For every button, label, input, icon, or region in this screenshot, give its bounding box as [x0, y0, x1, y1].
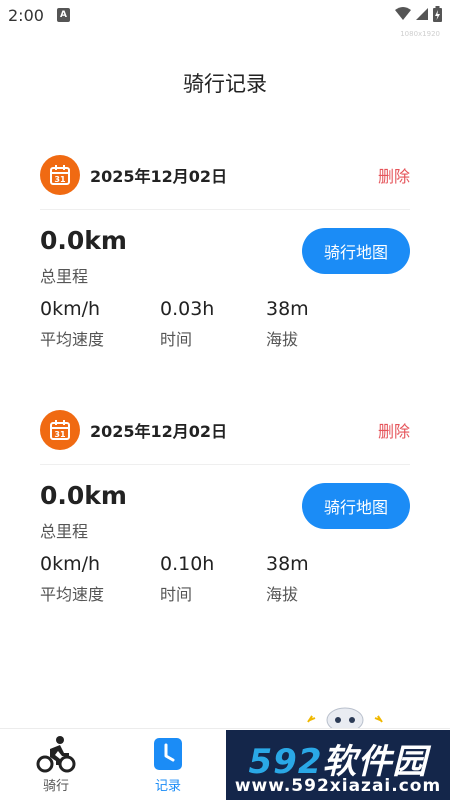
status-time: 2:00 — [8, 6, 44, 25]
svg-text:31: 31 — [54, 430, 66, 439]
cyclist-icon — [36, 736, 76, 773]
battery-icon — [433, 6, 442, 22]
svg-text:31: 31 — [54, 175, 66, 184]
tab-record[interactable]: 记录 — [112, 729, 224, 800]
total-distance-label: 总里程 — [40, 522, 89, 541]
duration-value: 0.03h — [160, 298, 215, 320]
status-tag: 1080x1920 — [400, 30, 440, 38]
total-distance-label: 总里程 — [40, 267, 89, 286]
record-date: 2025年12月02日 — [90, 167, 228, 186]
total-distance-value: 0.0km — [40, 226, 127, 255]
duration-label: 时间 — [160, 330, 193, 349]
record-card-header: 31 2025年12月02日 删除 — [40, 150, 410, 210]
avg-speed-stat: 0km/h 平均速度 — [40, 298, 104, 350]
delete-button[interactable]: 删除 — [378, 418, 410, 442]
altitude-stat: 38m 海拔 — [266, 553, 309, 605]
avg-speed-label: 平均速度 — [40, 585, 105, 604]
duration-value: 0.10h — [160, 553, 215, 575]
status-icons — [395, 6, 442, 22]
calendar-icon: 31 — [40, 410, 80, 450]
clock-icon — [154, 738, 182, 770]
avg-speed-label: 平均速度 — [40, 330, 105, 349]
page-title: 骑行记录 — [183, 72, 267, 96]
duration-stat: 0.10h 时间 — [160, 553, 214, 605]
total-distance-value: 0.0km — [40, 481, 127, 510]
duration-label: 时间 — [160, 585, 193, 604]
tab-record-label: 记录 — [154, 779, 181, 794]
record-card-header: 31 2025年12月02日 删除 — [40, 405, 410, 465]
avg-speed-stat: 0km/h 平均速度 — [40, 553, 104, 605]
altitude-label: 海拔 — [266, 330, 299, 349]
altitude-value: 38m — [266, 298, 309, 320]
record-date: 2025年12月02日 — [90, 422, 228, 441]
tab-ride-label: 骑行 — [42, 779, 69, 794]
watermark-logo: 592软件园 www.592xiazai.com — [226, 730, 450, 800]
record-card: 31 2025年12月02日 删除 0.0km 总里程 骑行地图 0km/h 平… — [40, 150, 410, 350]
wifi-icon — [395, 7, 411, 20]
status-bar: 2:00 A 1080x1920 — [0, 0, 450, 38]
delete-button[interactable]: 删除 — [378, 163, 410, 187]
altitude-value: 38m — [266, 553, 309, 575]
altitude-stat: 38m 海拔 — [266, 298, 309, 350]
altitude-label: 海拔 — [266, 585, 299, 604]
a-icon: A — [57, 8, 70, 22]
watermark-url: www.592xiazai.com — [234, 776, 442, 796]
record-card: 31 2025年12月02日 删除 0.0km 总里程 骑行地图 0km/h 平… — [40, 405, 410, 605]
signal-icon — [416, 8, 428, 20]
ride-map-button[interactable]: 骑行地图 — [302, 228, 410, 274]
tab-ride[interactable]: 骑行 — [0, 729, 112, 800]
duration-stat: 0.03h 时间 — [160, 298, 214, 350]
calendar-icon: 31 — [40, 155, 80, 195]
ride-map-button[interactable]: 骑行地图 — [302, 483, 410, 529]
avg-speed-value: 0km/h — [40, 298, 101, 320]
avg-speed-value: 0km/h — [40, 553, 101, 575]
